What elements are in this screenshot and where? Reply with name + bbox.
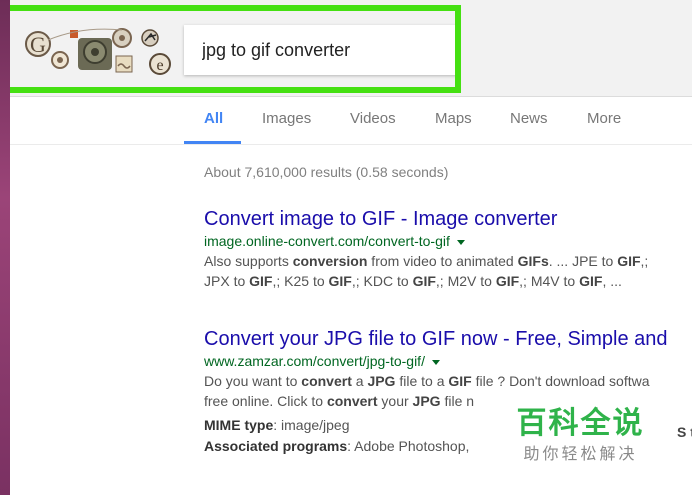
snippet-highlight: convert xyxy=(301,373,352,389)
watermark-title: 百科全说 xyxy=(516,407,645,440)
snippet-highlight: GIF xyxy=(412,273,436,289)
search-result: Convert image to GIF - Image converter i… xyxy=(204,207,692,291)
snippet-text: ,; xyxy=(640,253,649,269)
associated-programs-label: Associated programs xyxy=(204,438,348,454)
result-url: image.online-convert.com/convert-to-gif xyxy=(204,231,692,251)
tab-news[interactable]: News xyxy=(510,110,548,127)
snippet-text: ,; K25 to xyxy=(272,273,329,289)
tab-maps[interactable]: Maps xyxy=(435,110,472,127)
snippet-text: file to a xyxy=(395,373,449,389)
snippet-text: Also supports xyxy=(204,253,293,269)
snippet-text: file n xyxy=(440,393,475,409)
snippet-text: free online. Click to xyxy=(204,393,327,409)
snippet-highlight: GIF xyxy=(249,273,273,289)
snippet-text: a xyxy=(351,373,368,389)
snippet-text: your xyxy=(377,393,413,409)
result-snippet: Also supports conversion from video to a… xyxy=(204,251,692,271)
snippet-highlight: GIF xyxy=(328,273,352,289)
chevron-down-icon[interactable] xyxy=(431,359,440,365)
snippet-text: ,; M2V to xyxy=(435,273,496,289)
snippet-text: from video to animated xyxy=(367,253,518,269)
tab-all[interactable]: All xyxy=(204,110,223,127)
snippet-highlight: conversion xyxy=(292,253,368,269)
result-url-text: image.online-convert.com/convert-to-gif xyxy=(204,233,450,249)
snippet-overflow-text: S to xyxy=(677,424,692,440)
result-snippet: JPX to GIF,; K25 to GIF,; KDC to GIF,; M… xyxy=(204,271,692,291)
tab-images[interactable]: Images xyxy=(262,110,311,127)
result-url-text: www.zamzar.com/convert/jpg-to-gif/ xyxy=(204,353,425,369)
tab-videos[interactable]: Videos xyxy=(350,110,396,127)
snippet-text: Do you want to xyxy=(204,373,302,389)
watermark-subtitle: 助你轻松解决 xyxy=(523,446,638,463)
search-tabs: All Images Videos Maps News More xyxy=(184,96,692,144)
mime-type-value: : image/jpeg xyxy=(273,417,350,433)
watermark: 百科全说 助你轻松解决 xyxy=(494,386,667,470)
result-title-link[interactable]: Convert image to GIF - Image converter xyxy=(204,207,692,231)
associated-programs-value: : Adobe Photoshop, xyxy=(347,438,470,454)
snippet-highlight: GIF xyxy=(495,273,520,289)
snippet-text: ,; KDC to xyxy=(351,273,413,289)
tab-more[interactable]: More xyxy=(587,110,621,127)
snippet-highlight: convert xyxy=(326,393,378,409)
chevron-down-icon[interactable] xyxy=(456,239,465,245)
result-url: www.zamzar.com/convert/jpg-to-gif/ xyxy=(204,351,692,371)
snippet-text: JPX to xyxy=(204,273,250,289)
highlight-annotation xyxy=(10,5,461,93)
result-stats: About 7,610,000 results (0.58 seconds) xyxy=(204,164,449,180)
snippet-highlight: GIFs xyxy=(517,253,549,269)
snippet-highlight: S to xyxy=(677,424,692,440)
snippet-text: , ... xyxy=(602,273,622,289)
desktop-background xyxy=(0,0,10,495)
snippet-highlight: GIF xyxy=(579,273,603,289)
snippet-text: . ... JPE to xyxy=(548,253,618,269)
mime-type-label: MIME type xyxy=(204,417,274,433)
snippet-text: ,; M4V to xyxy=(519,273,580,289)
snippet-highlight: JPG xyxy=(412,393,441,409)
snippet-highlight: GIF xyxy=(617,253,641,269)
result-title-link[interactable]: Convert your JPG file to GIF now - Free,… xyxy=(204,327,692,351)
snippet-highlight: JPG xyxy=(367,373,396,389)
snippet-highlight: GIF xyxy=(448,373,472,389)
tabs-divider xyxy=(10,144,692,145)
